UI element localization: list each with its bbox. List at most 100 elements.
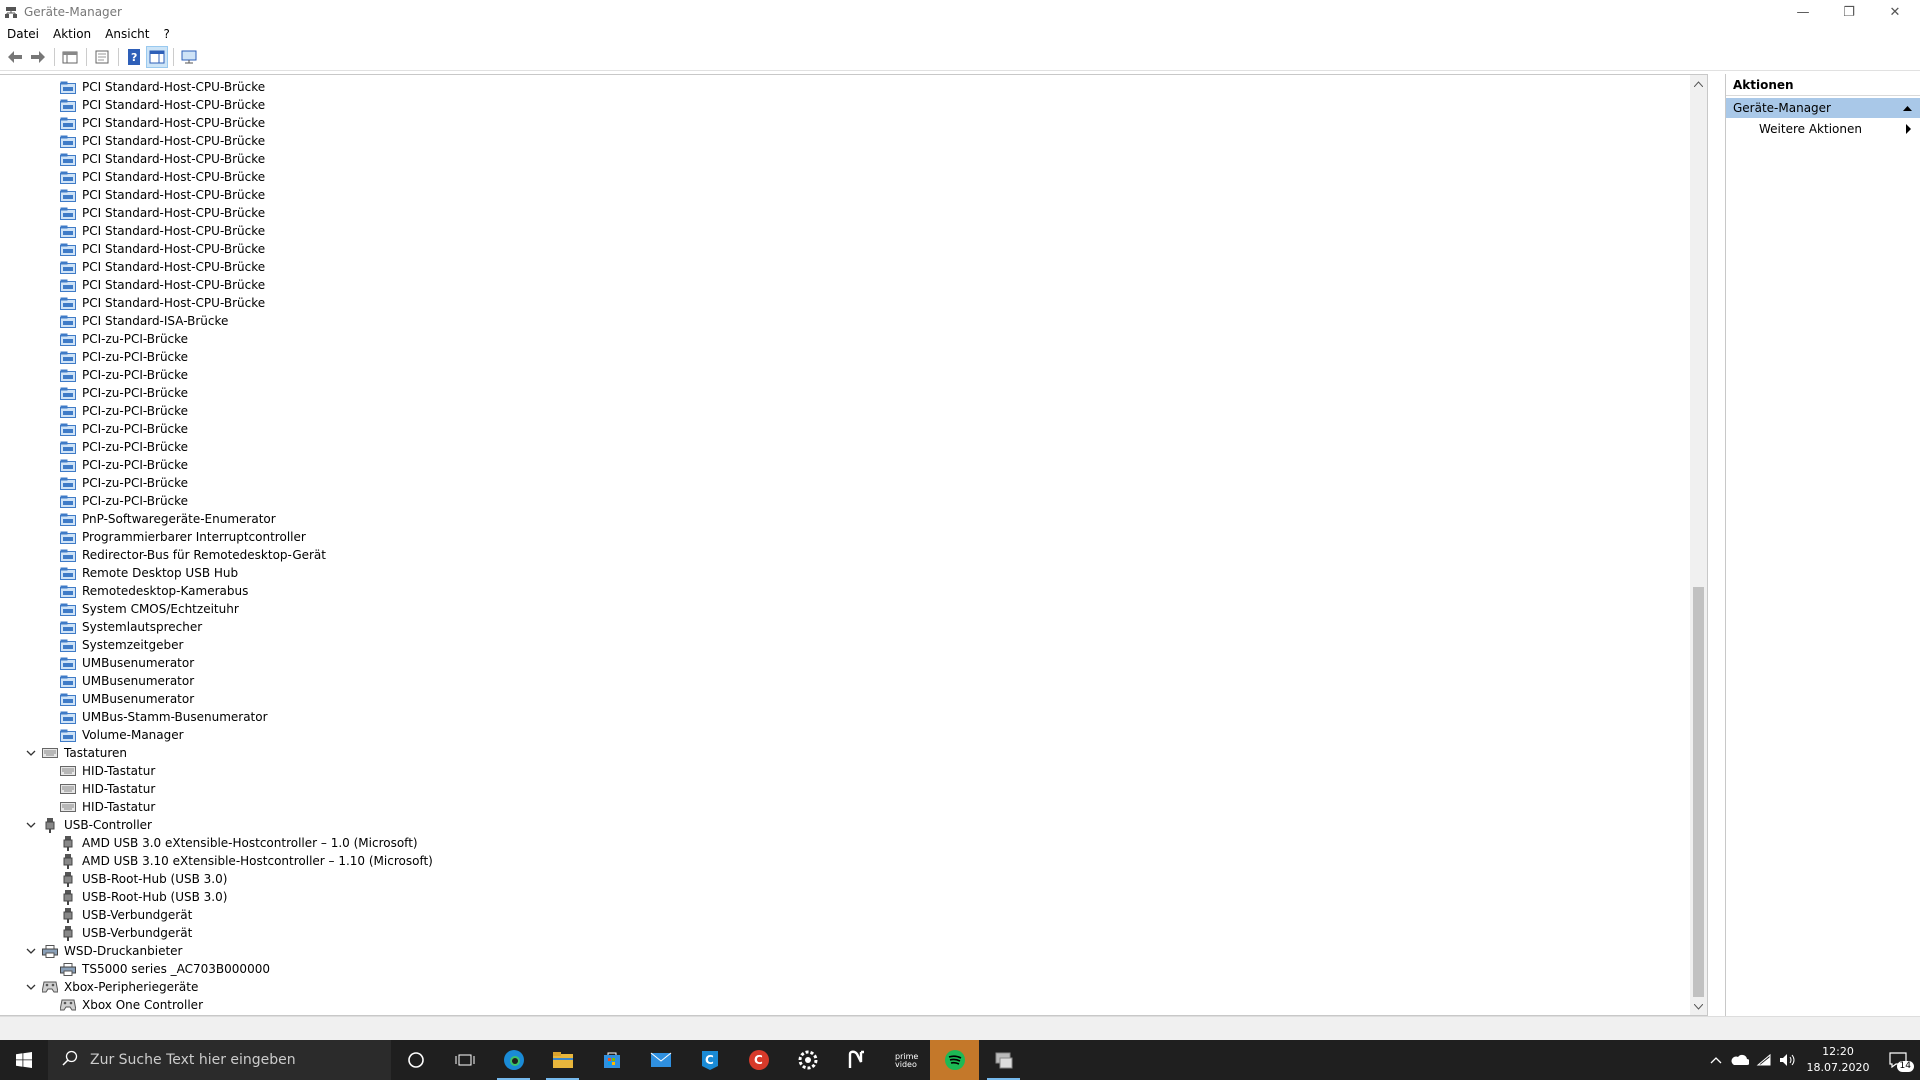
onedrive-icon[interactable] xyxy=(1728,1040,1752,1080)
scroll-down-icon[interactable] xyxy=(1690,998,1707,1015)
n-app-icon[interactable] xyxy=(832,1040,881,1080)
tree-device-item[interactable]: HID-Tastatur xyxy=(0,798,1690,816)
ccleaner-red-icon[interactable]: C xyxy=(734,1040,783,1080)
system-device-icon xyxy=(60,620,76,634)
tree-device-item[interactable]: Remotedesktop-Kamerabus xyxy=(0,582,1690,600)
tree-device-item[interactable]: Systemzeitgeber xyxy=(0,636,1690,654)
maximize-button[interactable]: ❐ xyxy=(1826,0,1872,24)
ccleaner-icon[interactable]: C xyxy=(685,1040,734,1080)
tree-device-item[interactable]: PCI Standard-Host-CPU-Brücke xyxy=(0,96,1690,114)
menu-help[interactable]: ? xyxy=(156,24,176,44)
tree-device-item[interactable]: Remote Desktop USB Hub xyxy=(0,564,1690,582)
tree-device-item[interactable]: USB-Verbundgerät xyxy=(0,906,1690,924)
more-actions-item[interactable]: Weitere Aktionen xyxy=(1726,118,1920,140)
task-view-icon[interactable] xyxy=(440,1040,489,1080)
forward-icon[interactable] xyxy=(27,46,49,68)
scan-hardware-icon[interactable] xyxy=(178,46,200,68)
tree-device-item[interactable]: PCI-zu-PCI-Brücke xyxy=(0,384,1690,402)
wifi-icon[interactable] xyxy=(1752,1040,1776,1080)
tree-device-item[interactable]: UMBusenumerator xyxy=(0,654,1690,672)
tree-device-item[interactable]: HID-Tastatur xyxy=(0,762,1690,780)
tree-device-item[interactable]: Xbox One Controller xyxy=(0,996,1690,1014)
tree-device-item[interactable]: PCI Standard-ISA-Brücke xyxy=(0,312,1690,330)
expand-chevron-icon[interactable] xyxy=(24,818,38,832)
tree-device-item[interactable]: PCI-zu-PCI-Brücke xyxy=(0,492,1690,510)
minimize-button[interactable]: — xyxy=(1780,0,1826,24)
tree-device-item[interactable]: PCI-zu-PCI-Brücke xyxy=(0,474,1690,492)
gear-app-icon[interactable] xyxy=(783,1040,832,1080)
show-action-pane-icon[interactable] xyxy=(146,46,168,68)
properties-icon[interactable] xyxy=(91,46,113,68)
tree-device-item[interactable]: Redirector-Bus für Remotedesktop-Gerät xyxy=(0,546,1690,564)
help-icon[interactable]: ? xyxy=(123,46,145,68)
scroll-up-icon[interactable] xyxy=(1690,75,1707,92)
tree-device-item[interactable]: PCI-zu-PCI-Brücke xyxy=(0,438,1690,456)
menu-ansicht[interactable]: Ansicht xyxy=(98,24,156,44)
tree-device-item[interactable]: PCI Standard-Host-CPU-Brücke xyxy=(0,78,1690,96)
tree-device-item[interactable]: Volume-Manager xyxy=(0,726,1690,744)
tree-device-item[interactable]: Systemlautsprecher xyxy=(0,618,1690,636)
cortana-icon[interactable] xyxy=(391,1040,440,1080)
tree-device-item[interactable]: PCI-zu-PCI-Brücke xyxy=(0,456,1690,474)
expand-chevron-icon[interactable] xyxy=(24,980,38,994)
system-device-icon xyxy=(60,242,76,256)
tree-device-item[interactable]: PCI Standard-Host-CPU-Brücke xyxy=(0,150,1690,168)
tree-device-item[interactable]: USB-Verbundgerät xyxy=(0,924,1690,942)
file-explorer-icon[interactable] xyxy=(538,1040,587,1080)
tree-category[interactable]: Tastaturen xyxy=(0,744,1690,762)
tree-device-item[interactable]: UMBusenumerator xyxy=(0,690,1690,708)
tree-device-item[interactable]: PCI-zu-PCI-Brücke xyxy=(0,330,1690,348)
tree-category[interactable]: Xbox-Peripheriegeräte xyxy=(0,978,1690,996)
tree-device-item[interactable]: PCI-zu-PCI-Brücke xyxy=(0,420,1690,438)
tree-device-item[interactable]: PCI Standard-Host-CPU-Brücke xyxy=(0,276,1690,294)
show-console-tree-icon[interactable] xyxy=(59,46,81,68)
tree-device-item[interactable]: PCI-zu-PCI-Brücke xyxy=(0,402,1690,420)
start-button[interactable] xyxy=(0,1040,48,1080)
tree-device-item[interactable]: HID-Tastatur xyxy=(0,780,1690,798)
microsoft-store-icon[interactable] xyxy=(587,1040,636,1080)
clock[interactable]: 12:20 18.07.2020 xyxy=(1800,1044,1876,1076)
tree-category[interactable]: WSD-Druckanbieter xyxy=(0,942,1690,960)
tree-device-item[interactable]: TS5000 series _AC703B000000 xyxy=(0,960,1690,978)
actions-section-device-manager[interactable]: Geräte-Manager xyxy=(1726,98,1920,118)
close-button[interactable]: ✕ xyxy=(1872,0,1918,24)
tree-device-item[interactable]: AMD USB 3.0 eXtensible-Hostcontroller – … xyxy=(0,834,1690,852)
tree-device-item[interactable]: PCI Standard-Host-CPU-Brücke xyxy=(0,294,1690,312)
actions-pane: Aktionen Geräte-Manager Weitere Aktionen xyxy=(1725,74,1920,1016)
back-icon[interactable] xyxy=(4,46,26,68)
tree-device-item[interactable]: PCI Standard-Host-CPU-Brücke xyxy=(0,204,1690,222)
chevron-up-icon[interactable] xyxy=(1704,1040,1728,1080)
expand-chevron-icon[interactable] xyxy=(24,944,38,958)
tree-device-item[interactable]: USB-Root-Hub (USB 3.0) xyxy=(0,870,1690,888)
edge-icon[interactable] xyxy=(489,1040,538,1080)
tree-device-item[interactable]: Programmierbarer Interruptcontroller xyxy=(0,528,1690,546)
tree-device-item[interactable]: UMBusenumerator xyxy=(0,672,1690,690)
tree-device-item[interactable]: PCI-zu-PCI-Brücke xyxy=(0,366,1690,384)
device-manager-taskbar-icon[interactable] xyxy=(979,1040,1028,1080)
menu-datei[interactable]: Datei xyxy=(0,24,46,44)
action-center-button[interactable]: 14 xyxy=(1876,1040,1920,1080)
tree-device-item[interactable]: AMD USB 3.10 eXtensible-Hostcontroller –… xyxy=(0,852,1690,870)
tree-device-item[interactable]: PCI Standard-Host-CPU-Brücke xyxy=(0,222,1690,240)
tree-device-item[interactable]: PCI Standard-Host-CPU-Brücke xyxy=(0,132,1690,150)
tree-device-item[interactable]: UMBus-Stamm-Busenumerator xyxy=(0,708,1690,726)
taskbar-search-box[interactable]: Zur Suche Text hier eingeben xyxy=(48,1040,391,1080)
tree-device-item[interactable]: PCI Standard-Host-CPU-Brücke xyxy=(0,168,1690,186)
tree-device-item[interactable]: System CMOS/Echtzeituhr xyxy=(0,600,1690,618)
scroll-thumb[interactable] xyxy=(1693,587,1704,997)
tree-category[interactable]: USB-Controller xyxy=(0,816,1690,834)
tree-device-item[interactable]: PnP-Softwaregeräte-Enumerator xyxy=(0,510,1690,528)
tree-device-item[interactable]: PCI Standard-Host-CPU-Brücke xyxy=(0,240,1690,258)
tree-device-item[interactable]: PCI Standard-Host-CPU-Brücke xyxy=(0,186,1690,204)
tree-device-item[interactable]: PCI Standard-Host-CPU-Brücke xyxy=(0,114,1690,132)
vertical-scrollbar[interactable] xyxy=(1690,75,1707,1015)
prime-video-icon[interactable]: prime video xyxy=(881,1040,930,1080)
menu-aktion[interactable]: Aktion xyxy=(46,24,98,44)
spotify-icon[interactable] xyxy=(930,1040,979,1080)
tree-device-item[interactable]: USB-Root-Hub (USB 3.0) xyxy=(0,888,1690,906)
expand-chevron-icon[interactable] xyxy=(24,746,38,760)
mail-icon[interactable] xyxy=(636,1040,685,1080)
tree-device-item[interactable]: PCI-zu-PCI-Brücke xyxy=(0,348,1690,366)
volume-icon[interactable] xyxy=(1776,1040,1800,1080)
tree-device-item[interactable]: PCI Standard-Host-CPU-Brücke xyxy=(0,258,1690,276)
